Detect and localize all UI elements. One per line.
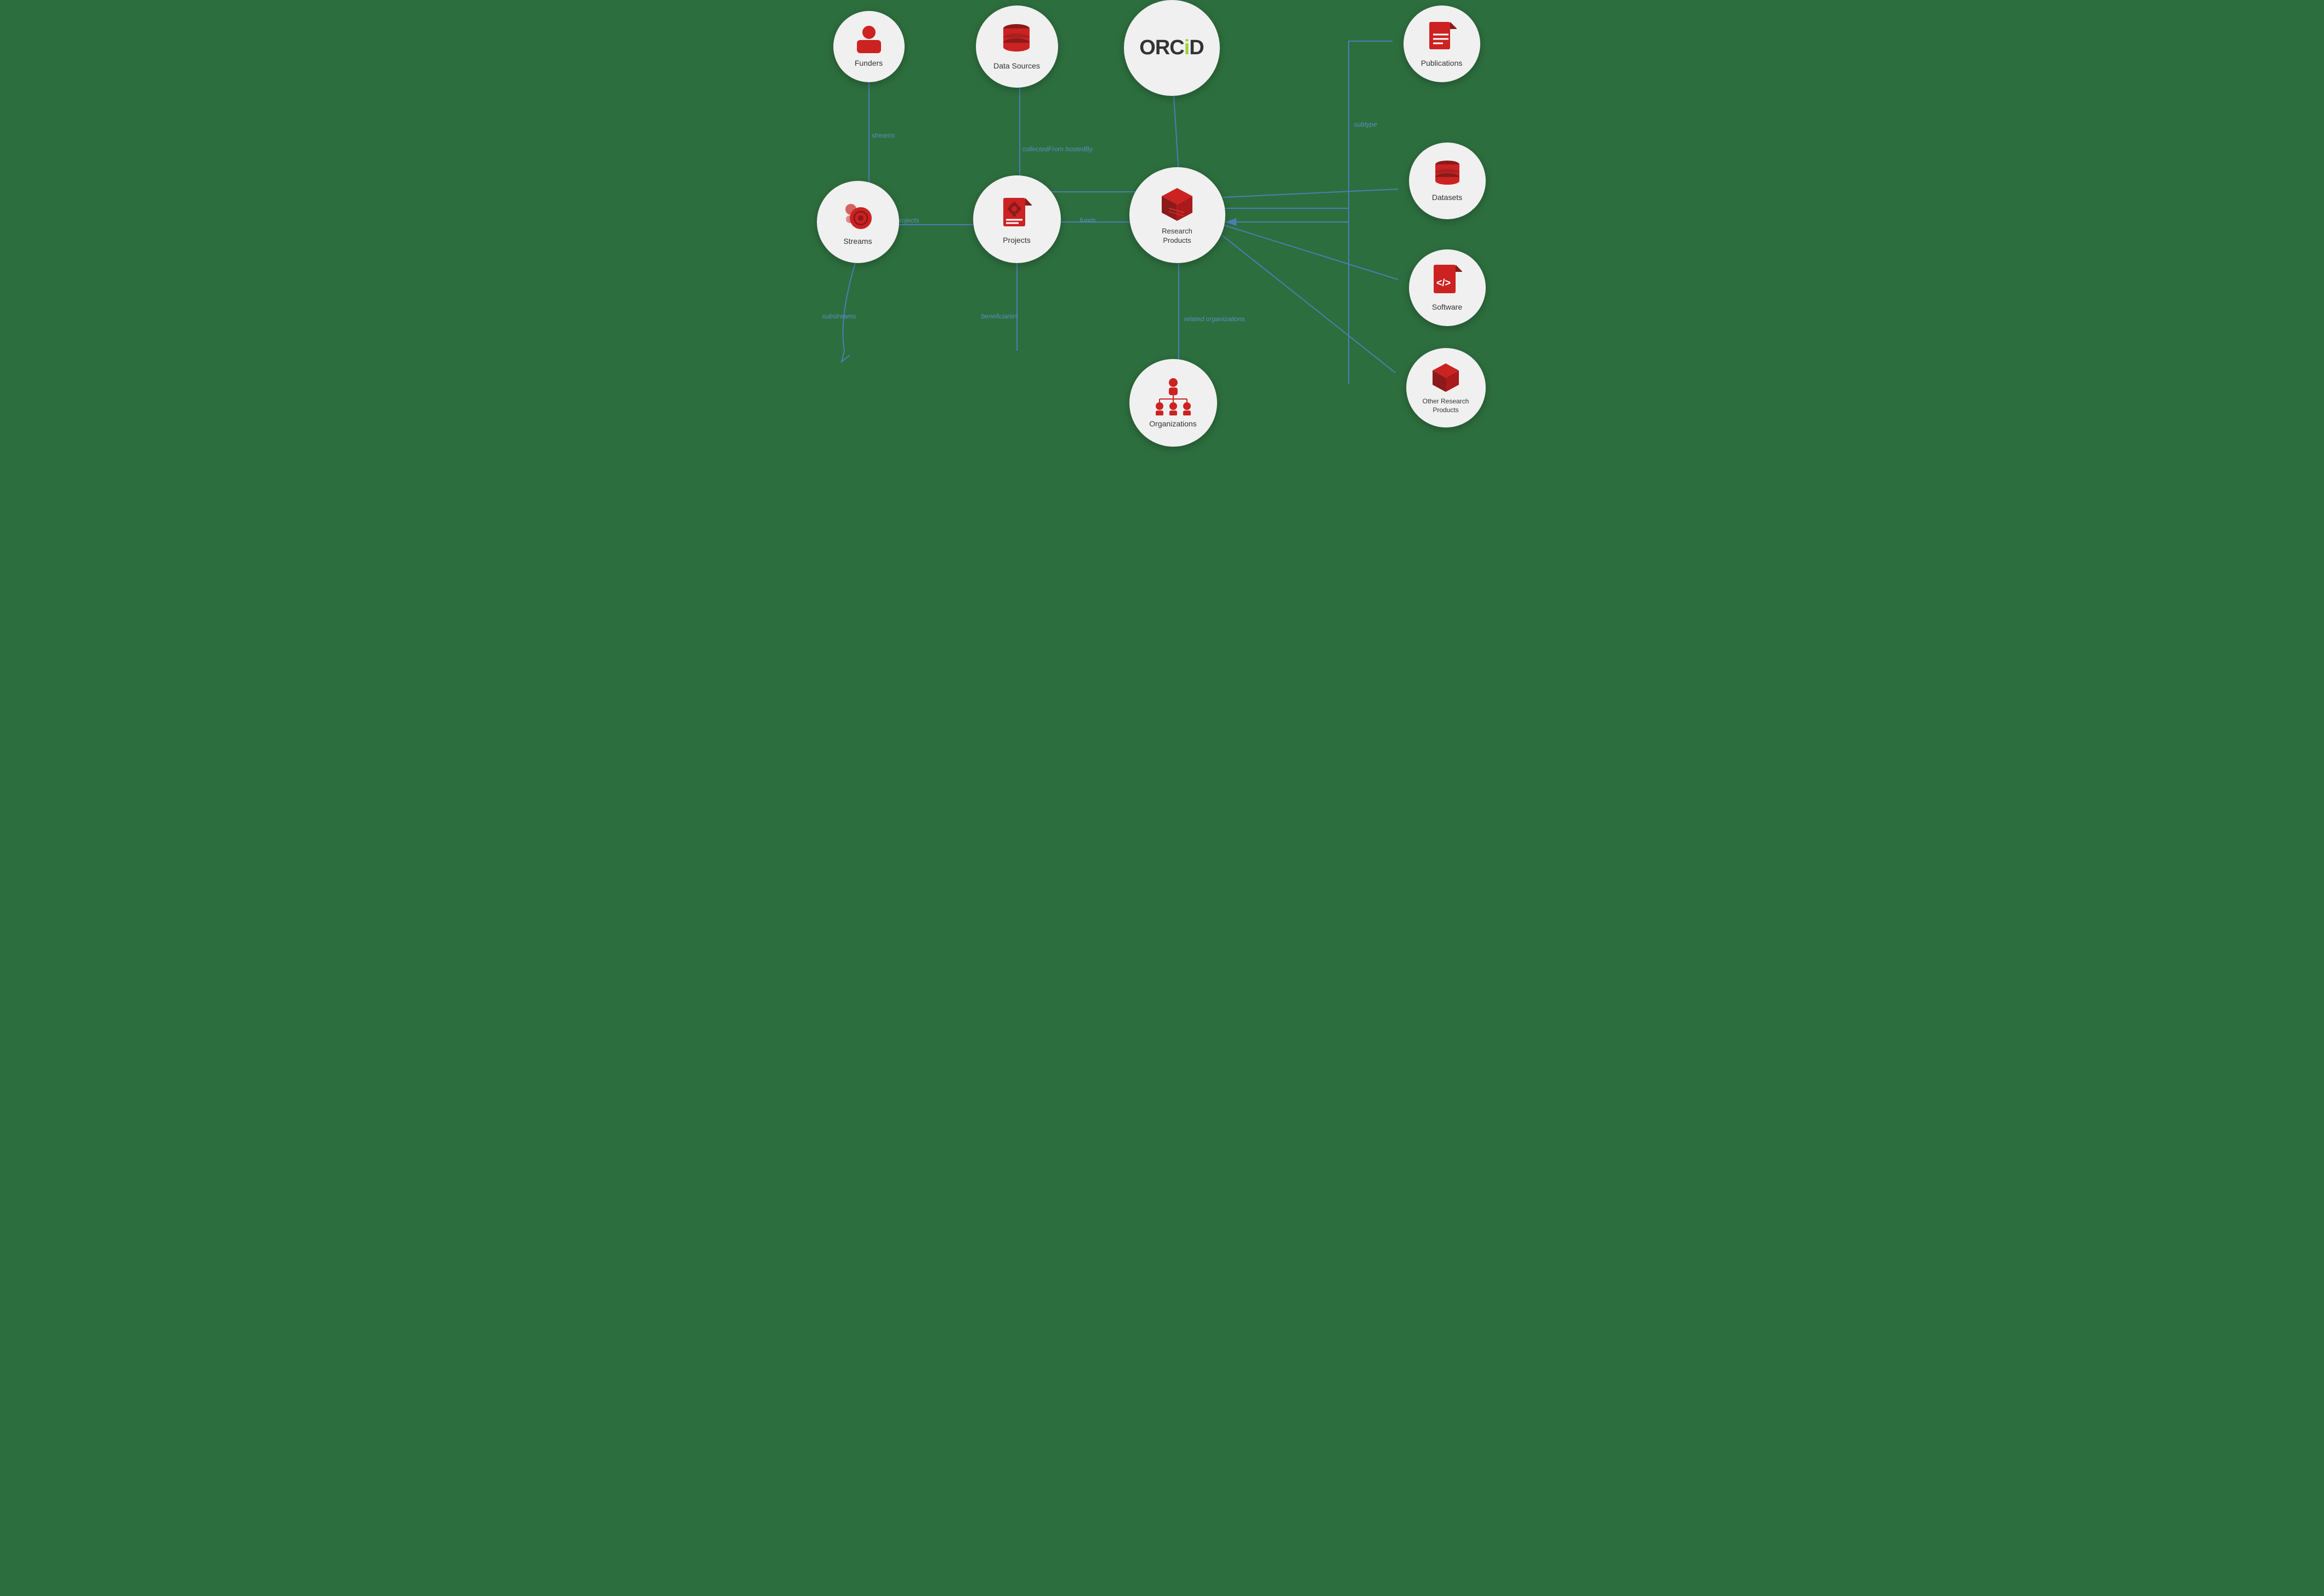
diagram-container: streams projects substreams beneficiarie… <box>800 0 1524 499</box>
research-products-node: ResearchProducts <box>1129 167 1225 263</box>
edge-label-projects: projects <box>896 216 919 224</box>
data-sources-label: Data Sources <box>993 61 1040 71</box>
funders-label: Funders <box>855 58 883 68</box>
edge-label-beneficiaries: beneficiaries <box>981 312 1018 320</box>
data-sources-icon <box>999 22 1035 58</box>
funders-icon <box>853 25 885 55</box>
research-products-label: ResearchProducts <box>1162 227 1192 246</box>
svg-text:</>: </> <box>1436 277 1451 288</box>
other-research-products-node: Other ResearchProducts <box>1406 348 1486 428</box>
projects-label: Projects <box>1003 235 1031 245</box>
software-icon: </> <box>1432 263 1462 299</box>
organizations-label: Organizations <box>1149 419 1196 429</box>
datasets-label: Datasets <box>1432 192 1462 202</box>
projects-icon <box>1001 193 1033 232</box>
streams-label: Streams <box>843 236 872 246</box>
software-label: Software <box>1432 302 1462 312</box>
edge-label-related-orgs: related organizations <box>1184 315 1245 323</box>
orcid-node: ORCiD <box>1124 0 1220 96</box>
streams-icon <box>840 197 876 233</box>
organizations-icon <box>1151 377 1195 415</box>
publications-label: Publications <box>1421 58 1463 68</box>
funders-node: Funders <box>833 11 905 82</box>
other-research-products-label: Other ResearchProducts <box>1423 397 1469 414</box>
data-sources-node: Data Sources <box>976 5 1058 88</box>
datasets-node: Datasets <box>1409 142 1486 219</box>
edge-label-streams: streams <box>872 132 895 139</box>
streams-node: Streams <box>817 181 899 263</box>
edge-label-collectedfrom: collectedFrom hostedBy <box>1022 145 1093 153</box>
edge-label-subtype: subtype <box>1354 121 1377 128</box>
orcid-icon: ORCiD <box>1139 36 1203 60</box>
other-research-products-icon <box>1428 361 1464 394</box>
projects-node: Projects <box>973 175 1061 263</box>
edge-label-funds: funds <box>1080 216 1096 224</box>
datasets-icon <box>1431 159 1464 189</box>
publications-node: Publications <box>1404 5 1480 82</box>
publications-icon <box>1427 19 1457 55</box>
software-node: </> Software <box>1409 249 1486 326</box>
research-products-icon <box>1157 185 1198 224</box>
edge-label-substreams: substreams <box>822 312 856 320</box>
organizations-node: Organizations <box>1129 359 1217 447</box>
